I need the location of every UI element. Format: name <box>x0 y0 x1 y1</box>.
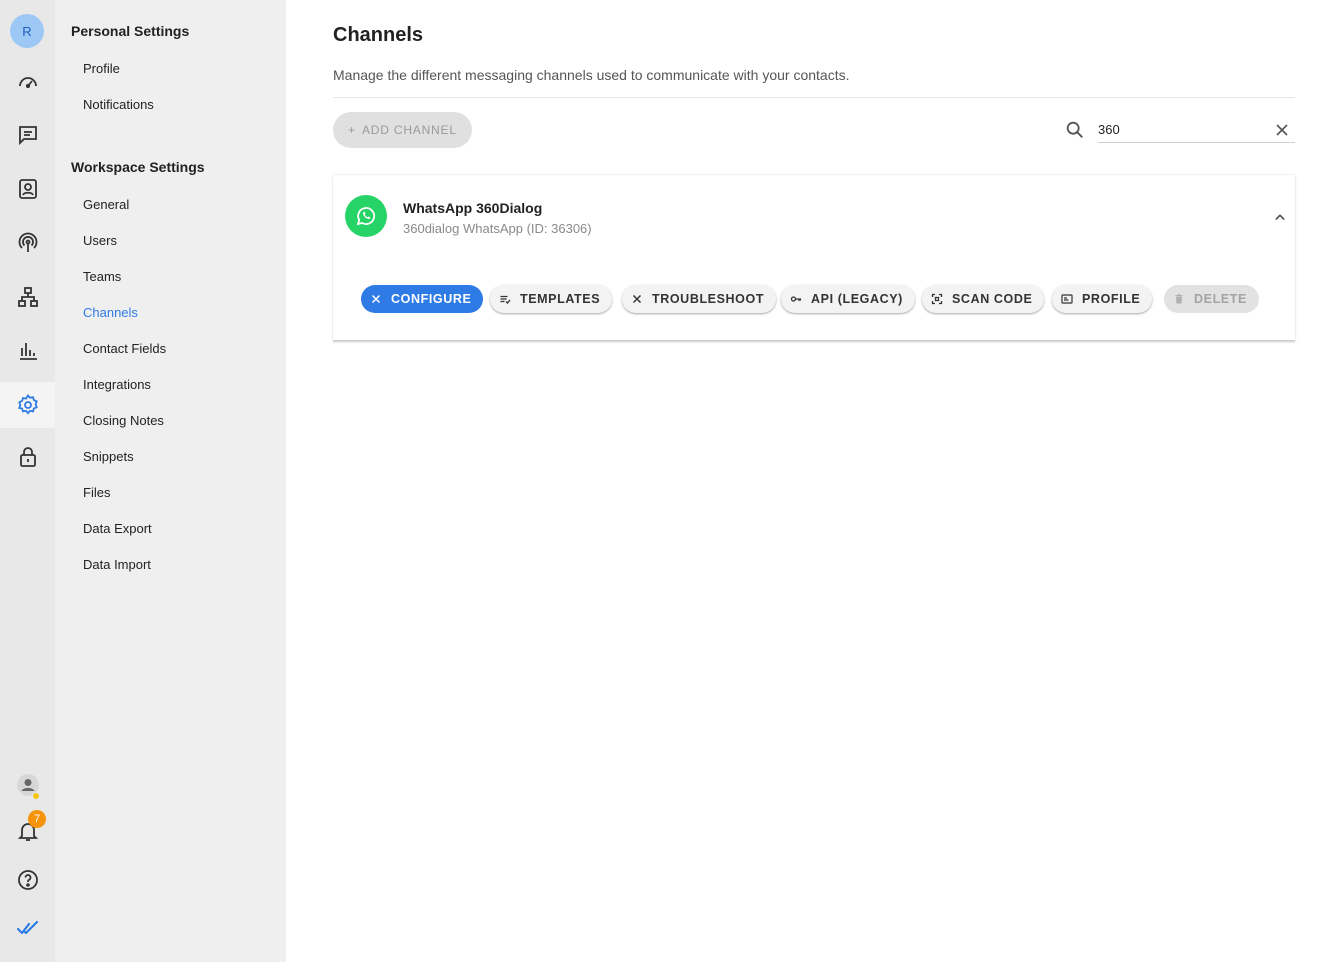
workspace-avatar-initial: R <box>22 23 32 39</box>
templates-icon <box>500 295 511 304</box>
workflows-icon[interactable] <box>0 274 55 320</box>
nav-item-files[interactable]: Files <box>83 485 110 500</box>
nav-item-snippets[interactable]: Snippets <box>83 449 134 464</box>
icon-rail: R 7 <box>0 0 55 962</box>
page-title: Channels <box>333 24 424 46</box>
status-dot <box>32 792 40 800</box>
workspace-settings-title: Workspace Settings <box>71 159 205 175</box>
channel-card: WhatsApp 360Dialog 360dialog WhatsApp (I… <box>333 174 1295 340</box>
help-icon[interactable] <box>0 857 55 903</box>
nav-item-users[interactable]: Users <box>83 233 117 248</box>
scan-code-button[interactable]: SCAN CODE <box>922 285 1045 313</box>
nav-item-data-import[interactable]: Data Import <box>83 557 151 572</box>
scan-code-label: SCAN CODE <box>952 292 1033 306</box>
profile-label: PROFILE <box>1082 292 1141 306</box>
add-channel-button[interactable]: + ADD CHANNEL <box>333 112 472 148</box>
broadcast-icon[interactable] <box>0 220 55 266</box>
profile-button[interactable]: PROFILE <box>1052 285 1153 313</box>
scan-icon <box>931 293 943 305</box>
nav-item-data-export[interactable]: Data Export <box>83 521 152 536</box>
personal-settings-title: Personal Settings <box>71 23 190 39</box>
nav-item-teams[interactable]: Teams <box>83 269 121 284</box>
nav-item-notifications[interactable]: Notifications <box>83 97 154 112</box>
troubleshoot-icon <box>632 294 642 304</box>
configure-icon <box>371 294 381 304</box>
header-divider <box>333 97 1295 98</box>
configure-button[interactable]: CONFIGURE <box>361 285 484 313</box>
app-logo-icon <box>0 905 55 951</box>
search-input[interactable] <box>1098 116 1295 143</box>
channel-description: 360dialog WhatsApp (ID: 36306) <box>403 221 592 236</box>
whatsapp-icon <box>345 195 387 237</box>
contacts-icon[interactable] <box>0 166 55 212</box>
troubleshoot-button[interactable]: TROUBLESHOOT <box>622 285 777 313</box>
troubleshoot-label: TROUBLESHOOT <box>652 292 765 306</box>
plus-icon: + <box>348 123 356 137</box>
page-subtitle: Manage the different messaging channels … <box>333 67 850 83</box>
settings-icon[interactable] <box>0 382 55 428</box>
nav-item-closing-notes[interactable]: Closing Notes <box>83 413 164 428</box>
templates-button[interactable]: TEMPLATES <box>490 285 613 313</box>
nav-item-channels[interactable]: Channels <box>83 305 138 320</box>
profile-card-icon <box>1061 294 1073 304</box>
close-icon[interactable] <box>1272 120 1292 140</box>
configure-label: CONFIGURE <box>391 292 472 306</box>
api-legacy-label: API (LEGACY) <box>811 292 903 306</box>
api-legacy-button[interactable]: API (LEGACY) <box>781 285 915 313</box>
templates-label: TEMPLATES <box>520 292 601 306</box>
key-icon <box>790 296 802 302</box>
nav-item-contact-fields[interactable]: Contact Fields <box>83 341 166 356</box>
nav-item-integrations[interactable]: Integrations <box>83 377 151 392</box>
bell-icon[interactable]: 7 <box>0 808 55 854</box>
reports-icon[interactable] <box>0 328 55 374</box>
settings-sidebar: Personal Settings Profile Notifications … <box>55 0 286 962</box>
search-icon <box>1066 121 1083 138</box>
dashboard-icon[interactable] <box>0 59 55 105</box>
delete-button[interactable]: DELETE <box>1164 285 1259 313</box>
notification-badge: 7 <box>28 810 46 828</box>
main-content: Channels Manage the different messaging … <box>286 0 1344 962</box>
trash-icon <box>1175 294 1183 304</box>
lock-icon[interactable] <box>0 434 55 480</box>
chevron-up-icon[interactable] <box>1270 207 1290 227</box>
nav-item-general[interactable]: General <box>83 197 129 212</box>
user-status-icon[interactable] <box>0 762 55 808</box>
nav-item-profile[interactable]: Profile <box>83 61 120 76</box>
delete-label: DELETE <box>1194 292 1247 306</box>
workspace-avatar[interactable]: R <box>10 14 44 48</box>
channel-name: WhatsApp 360Dialog <box>403 200 543 216</box>
add-channel-label: ADD CHANNEL <box>361 123 457 137</box>
messages-icon[interactable] <box>0 112 55 158</box>
